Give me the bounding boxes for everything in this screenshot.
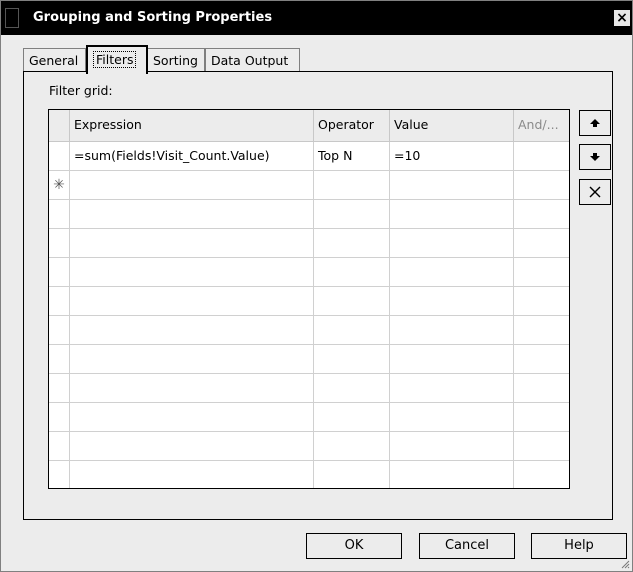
empty-cell[interactable]	[314, 229, 390, 258]
empty-cell[interactable]	[390, 403, 514, 432]
row-header	[49, 345, 70, 374]
empty-cell[interactable]	[70, 374, 314, 403]
empty-cell[interactable]	[70, 171, 314, 200]
column-header-expression[interactable]: Expression	[70, 110, 314, 142]
title-bar[interactable]: Grouping and Sorting Properties ×	[1, 1, 632, 35]
tab-sorting[interactable]: Sorting	[147, 48, 205, 72]
empty-cell[interactable]	[390, 200, 514, 229]
row-header	[49, 200, 70, 229]
cell-and-or[interactable]	[514, 142, 569, 171]
column-header-and-or[interactable]: And/...	[514, 110, 569, 142]
row-header	[49, 229, 70, 258]
arrow-down-icon	[590, 153, 600, 161]
cell-operator[interactable]: Top N	[314, 142, 390, 171]
empty-cell[interactable]	[514, 316, 569, 345]
empty-cell[interactable]	[70, 287, 314, 316]
tab-sorting-label: Sorting	[153, 53, 198, 68]
empty-cell[interactable]	[70, 461, 314, 488]
empty-cell[interactable]	[390, 258, 514, 287]
app-icon	[5, 8, 19, 28]
empty-cell[interactable]	[314, 316, 390, 345]
tab-data-output-label: Data Output	[211, 53, 289, 68]
move-up-button[interactable]	[579, 110, 611, 136]
empty-cell[interactable]	[70, 345, 314, 374]
empty-cell[interactable]	[70, 258, 314, 287]
empty-cell[interactable]	[314, 200, 390, 229]
empty-cell[interactable]	[314, 403, 390, 432]
empty-cell[interactable]	[390, 345, 514, 374]
cell-value[interactable]: =10	[390, 142, 514, 171]
tab-filters-label: Filters	[93, 51, 137, 68]
grid-corner	[49, 110, 70, 142]
window-title: Grouping and Sorting Properties	[33, 10, 273, 25]
filter-grid-label: Filter grid:	[49, 83, 113, 98]
new-row-marker: ✳	[49, 171, 70, 200]
empty-cell[interactable]	[314, 432, 390, 461]
row-header	[49, 432, 70, 461]
delete-button[interactable]	[579, 179, 611, 205]
empty-cell[interactable]	[314, 374, 390, 403]
tab-filters[interactable]: Filters	[86, 45, 148, 74]
tab-general-label: General	[29, 53, 79, 68]
empty-cell[interactable]	[70, 403, 314, 432]
delete-x-icon	[589, 186, 601, 198]
move-down-button[interactable]	[579, 144, 611, 170]
empty-cell[interactable]	[314, 461, 390, 488]
empty-cell[interactable]	[390, 287, 514, 316]
empty-cell[interactable]	[314, 287, 390, 316]
empty-cell[interactable]	[390, 229, 514, 258]
empty-cell[interactable]	[514, 403, 569, 432]
dialog-window: Grouping and Sorting Properties × Genera…	[0, 0, 633, 572]
column-header-operator[interactable]: Operator	[314, 110, 390, 142]
filter-grid[interactable]: Expression Operator Value And/... =sum(F…	[48, 109, 570, 489]
empty-cell[interactable]	[514, 229, 569, 258]
empty-cell[interactable]	[390, 432, 514, 461]
empty-cell[interactable]	[514, 200, 569, 229]
empty-cell[interactable]	[314, 171, 390, 200]
row-header[interactable]	[49, 142, 70, 171]
close-button[interactable]: ×	[614, 10, 630, 26]
cancel-button[interactable]: Cancel	[419, 533, 515, 559]
ok-button[interactable]: OK	[306, 533, 402, 559]
empty-cell[interactable]	[514, 345, 569, 374]
row-header	[49, 374, 70, 403]
empty-cell[interactable]	[514, 461, 569, 488]
empty-cell[interactable]	[514, 171, 569, 200]
row-header	[49, 403, 70, 432]
empty-cell[interactable]	[390, 316, 514, 345]
empty-cell[interactable]	[514, 374, 569, 403]
empty-cell[interactable]	[70, 432, 314, 461]
empty-cell[interactable]	[390, 374, 514, 403]
resize-grip-icon[interactable]	[620, 559, 630, 569]
row-header	[49, 287, 70, 316]
column-header-value[interactable]: Value	[390, 110, 514, 142]
tab-data-output[interactable]: Data Output	[205, 48, 300, 72]
arrow-up-icon	[590, 119, 600, 127]
empty-cell[interactable]	[314, 345, 390, 374]
empty-cell[interactable]	[390, 171, 514, 200]
empty-cell[interactable]	[70, 316, 314, 345]
empty-cell[interactable]	[390, 461, 514, 488]
empty-cell[interactable]	[514, 432, 569, 461]
empty-cell[interactable]	[70, 200, 314, 229]
help-button[interactable]: Help	[531, 533, 627, 559]
empty-cell[interactable]	[514, 287, 569, 316]
empty-cell[interactable]	[314, 258, 390, 287]
cell-expression[interactable]: =sum(Fields!Visit_Count.Value)	[70, 142, 314, 171]
row-header	[49, 461, 70, 488]
empty-cell[interactable]	[70, 229, 314, 258]
row-header	[49, 258, 70, 287]
tab-general[interactable]: General	[23, 48, 86, 72]
row-header	[49, 316, 70, 345]
empty-cell[interactable]	[514, 258, 569, 287]
